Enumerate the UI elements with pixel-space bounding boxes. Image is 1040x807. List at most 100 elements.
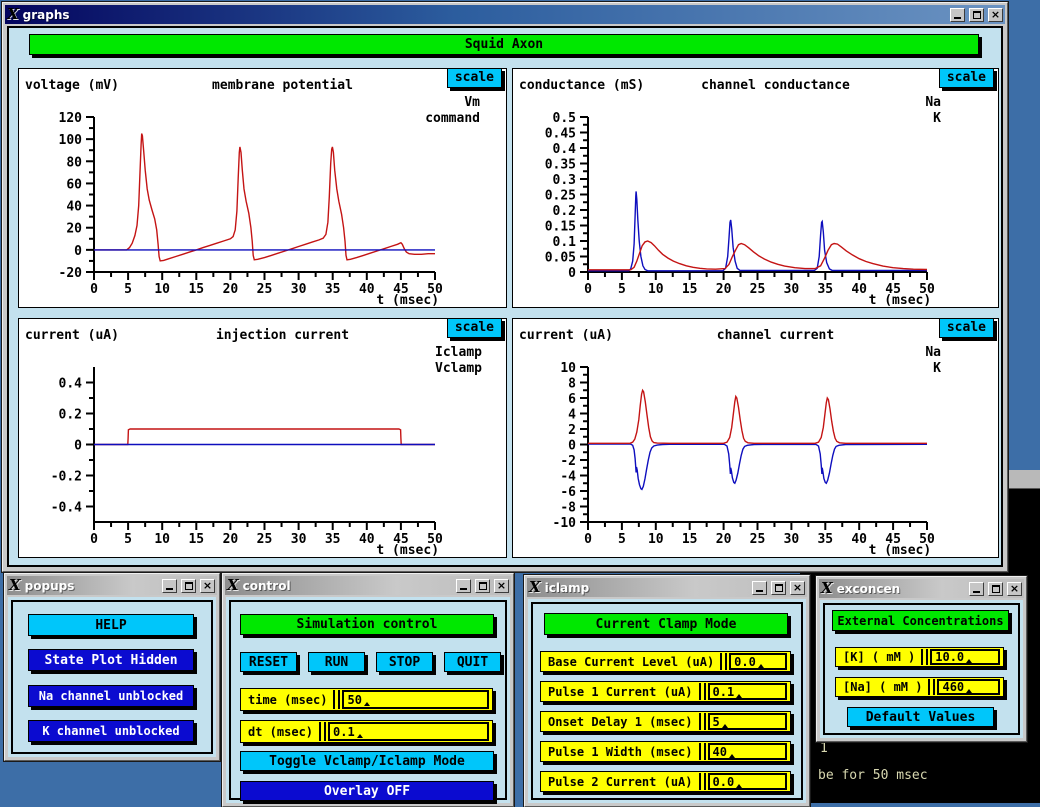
- scale-button[interactable]: scale: [939, 68, 994, 88]
- svg-text:40: 40: [359, 282, 375, 297]
- minimize-button[interactable]: [162, 579, 177, 593]
- svg-text:0.45: 0.45: [545, 127, 576, 142]
- scale-button[interactable]: scale: [447, 318, 502, 338]
- plot-injection-current: -0.4-0.200.20.405101520253035404550curre…: [18, 318, 507, 558]
- maximize-button[interactable]: [988, 582, 1003, 596]
- control-window: X control × Simulation control RESET RUN…: [222, 573, 514, 807]
- terminal-text-line: be for 50 msec: [818, 768, 928, 783]
- iclamp-titlebar[interactable]: X iclamp ×: [527, 578, 807, 597]
- exconcen-titlebar[interactable]: X exconcen ×: [819, 579, 1024, 598]
- dt-field-value[interactable]: 0.1: [328, 722, 489, 741]
- current-clamp-mode-banner: Current Clamp Mode: [544, 613, 788, 635]
- scale-button[interactable]: scale: [447, 68, 502, 88]
- svg-text:20: 20: [716, 532, 732, 547]
- quit-button[interactable]: QUIT: [444, 652, 501, 672]
- na-concentration-value[interactable]: 460: [937, 679, 1000, 695]
- k-channel-block-button[interactable]: K channel unblocked: [28, 720, 194, 742]
- svg-text:30: 30: [291, 532, 307, 547]
- close-button[interactable]: ×: [988, 8, 1003, 22]
- maximize-icon: [775, 584, 783, 592]
- svg-text:t (msec): t (msec): [869, 293, 932, 307]
- close-button[interactable]: ×: [200, 579, 215, 593]
- na-channel-block-button[interactable]: Na channel unblocked: [28, 685, 194, 707]
- popups-titlebar[interactable]: X popups ×: [7, 576, 217, 595]
- svg-text:0: 0: [90, 532, 98, 547]
- close-button[interactable]: ×: [790, 581, 805, 595]
- maximize-button[interactable]: [969, 8, 984, 22]
- svg-text:current (uA): current (uA): [25, 328, 119, 343]
- svg-text:-2: -2: [560, 454, 576, 469]
- control-titlebar[interactable]: X control ×: [225, 576, 511, 595]
- iclamp-window: X iclamp × Current Clamp Mode Base Curre…: [524, 575, 810, 807]
- minimize-button[interactable]: [456, 579, 471, 593]
- run-button[interactable]: RUN: [308, 652, 365, 672]
- svg-text:5: 5: [618, 532, 626, 547]
- svg-text:0.2: 0.2: [59, 408, 82, 423]
- field-divider: [699, 683, 706, 700]
- help-button[interactable]: HELP: [28, 614, 194, 636]
- close-button[interactable]: ×: [494, 579, 509, 593]
- svg-text:0.05: 0.05: [545, 251, 576, 266]
- svg-text:Na: Na: [925, 345, 941, 360]
- stop-button[interactable]: STOP: [376, 652, 433, 672]
- svg-text:-4: -4: [560, 470, 576, 485]
- svg-text:20: 20: [223, 532, 239, 547]
- pulse1-width-value[interactable]: 40: [708, 743, 788, 760]
- default-values-button[interactable]: Default Values: [847, 707, 994, 727]
- x11-logo-icon: X: [227, 578, 239, 593]
- svg-text:5: 5: [124, 532, 132, 547]
- text-cursor-icon: [758, 664, 764, 668]
- maximize-button[interactable]: [771, 581, 786, 595]
- close-button[interactable]: ×: [1007, 582, 1022, 596]
- svg-text:0: 0: [568, 266, 576, 281]
- plot-channel-conductance: 00.050.10.150.20.250.30.350.40.450.50510…: [512, 68, 999, 308]
- time-field-value[interactable]: 50: [342, 690, 489, 709]
- overlay-toggle-button[interactable]: Overlay OFF: [240, 781, 494, 801]
- exconcen-window: X exconcen × External Concentrations [K]…: [816, 576, 1027, 742]
- field-value-text: 460: [942, 680, 964, 694]
- pulse1-width-field: Pulse 1 Width (msec) 40: [540, 741, 791, 762]
- svg-text:40: 40: [359, 532, 375, 547]
- window-title: exconcen: [837, 582, 965, 596]
- k-concentration-value[interactable]: 10.0: [930, 649, 1000, 665]
- field-divider: [699, 773, 706, 790]
- graphs-titlebar[interactable]: X graphs ×: [5, 5, 1005, 24]
- svg-text:6: 6: [568, 392, 576, 407]
- pulse1-width-label: Pulse 1 Width (msec): [544, 745, 697, 759]
- maximize-button[interactable]: [475, 579, 490, 593]
- state-plot-toggle-button[interactable]: State Plot Hidden: [28, 649, 194, 671]
- pulse2-current-value[interactable]: 0.0: [708, 773, 788, 790]
- svg-text:40: 40: [66, 200, 82, 215]
- popups-window: X popups × HELP State Plot Hidden Na cha…: [4, 573, 220, 761]
- maximize-icon: [992, 585, 1000, 593]
- svg-text:35: 35: [817, 282, 833, 297]
- svg-text:-20: -20: [59, 266, 83, 281]
- pulse1-current-value[interactable]: 0.1: [708, 683, 788, 700]
- maximize-icon: [479, 582, 487, 590]
- maximize-icon: [973, 11, 981, 19]
- base-current-value[interactable]: 0.0: [729, 653, 787, 670]
- svg-text:20: 20: [66, 222, 82, 237]
- pulse2-current-label: Pulse 2 Current (uA): [544, 775, 697, 789]
- maximize-button[interactable]: [181, 579, 196, 593]
- svg-text:K: K: [933, 111, 941, 126]
- x11-logo-icon: X: [821, 581, 833, 596]
- minimize-button[interactable]: [969, 582, 984, 596]
- field-value-text: 40: [713, 745, 727, 759]
- minimize-button[interactable]: [950, 8, 965, 22]
- onset-delay1-value[interactable]: 5: [708, 713, 788, 730]
- window-title: iclamp: [545, 581, 748, 595]
- minimize-button[interactable]: [752, 581, 767, 595]
- window-title: graphs: [23, 8, 946, 22]
- field-value-text: 0.1: [333, 725, 355, 739]
- squid-axon-banner[interactable]: Squid Axon: [29, 34, 979, 55]
- reset-button[interactable]: RESET: [240, 652, 297, 672]
- svg-text:35: 35: [325, 532, 341, 547]
- field-divider: [699, 743, 706, 760]
- scale-button[interactable]: scale: [939, 318, 994, 338]
- toggle-clamp-mode-button[interactable]: Toggle Vclamp/Iclamp Mode: [240, 751, 494, 771]
- svg-text:conductance (mS): conductance (mS): [519, 78, 644, 93]
- svg-text:5: 5: [618, 282, 626, 297]
- svg-text:-6: -6: [560, 485, 576, 500]
- pulse1-current-label: Pulse 1 Current (uA): [544, 685, 697, 699]
